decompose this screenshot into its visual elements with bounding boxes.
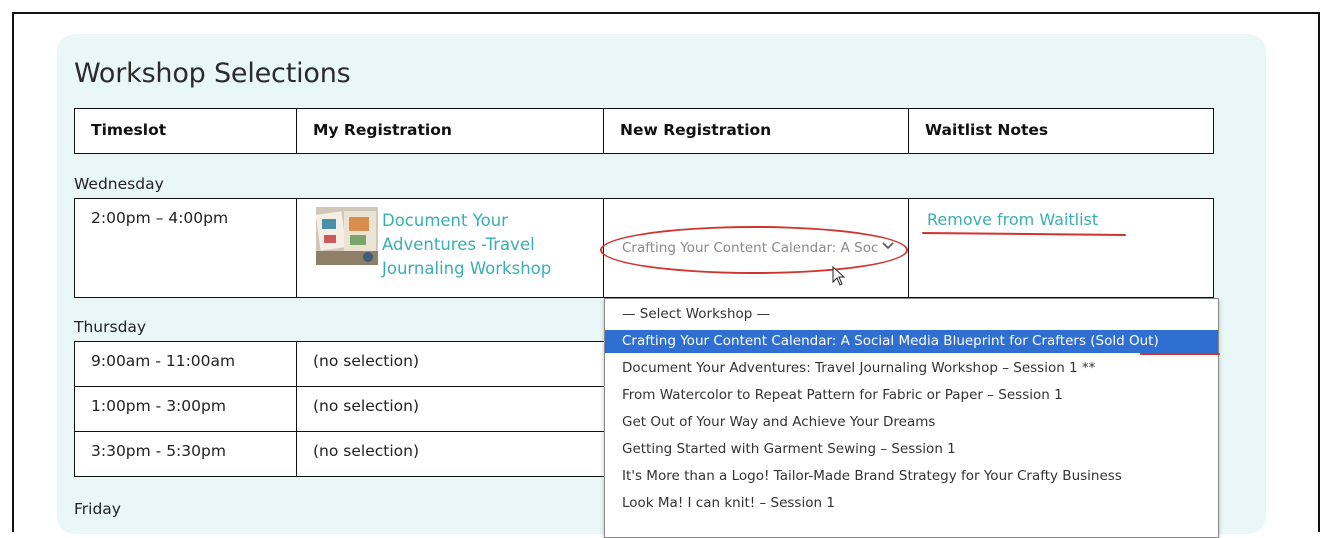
dropdown-option[interactable]: Look Ma! I can knit! – Session 1 [605,492,1218,515]
page-title: Workshop Selections [74,58,351,89]
my-registration-cell: (no selection) [296,341,616,387]
remove-from-waitlist-link[interactable]: Remove from Waitlist [927,210,1098,229]
dropdown-option[interactable]: — Select Workshop — [605,303,1218,326]
timeslot-cell: 2:00pm – 4:00pm [74,198,297,298]
dropdown-option[interactable]: Document Your Adventures: Travel Journal… [605,357,1218,380]
annotation-ellipse [600,226,908,274]
dropdown-option[interactable]: Getting Started with Garment Sewing – Se… [605,438,1218,461]
day-label-thursday: Thursday [74,318,147,336]
dropdown-option-selected[interactable]: Crafting Your Content Calendar: A Social… [605,330,1218,353]
workshop-dropdown-list[interactable]: — Select Workshop — Crafting Your Conten… [604,298,1219,538]
workshop-thumbnail[interactable] [316,207,378,265]
registration-text: (no selection) [313,397,419,415]
dropdown-option[interactable]: From Watercolor to Repeat Pattern for Fa… [605,384,1218,407]
timeslot-text: 3:30pm - 5:30pm [91,442,226,460]
my-registration-cell: (no selection) [296,386,616,432]
timeslot-cell: 9:00am - 11:00am [74,341,297,387]
header-waitlist-notes: Waitlist Notes [908,108,1214,154]
header-timeslot: Timeslot [74,108,297,154]
registration-link[interactable]: Document Your Adventures -Travel Journal… [382,209,587,281]
registration-text: (no selection) [313,352,419,370]
header-my-registration: My Registration [296,108,604,154]
my-registration-cell: (no selection) [296,431,616,477]
timeslot-cell: 1:00pm - 3:00pm [74,386,297,432]
annotation-underline [1140,353,1220,355]
dropdown-option[interactable]: It's More than a Logo! Tailor-Made Brand… [605,465,1218,488]
registration-text: (no selection) [313,442,419,460]
day-label-wednesday: Wednesday [74,175,164,193]
timeslot-text: 9:00am - 11:00am [91,352,236,370]
mouse-cursor-icon [832,265,846,290]
header-new-registration: New Registration [603,108,909,154]
timeslot-text: 2:00pm – 4:00pm [91,209,229,227]
dropdown-option[interactable]: Get Out of Your Way and Achieve Your Dre… [605,411,1218,434]
timeslot-text: 1:00pm - 3:00pm [91,397,226,415]
day-label-friday: Friday [74,500,121,518]
timeslot-cell: 3:30pm - 5:30pm [74,431,297,477]
